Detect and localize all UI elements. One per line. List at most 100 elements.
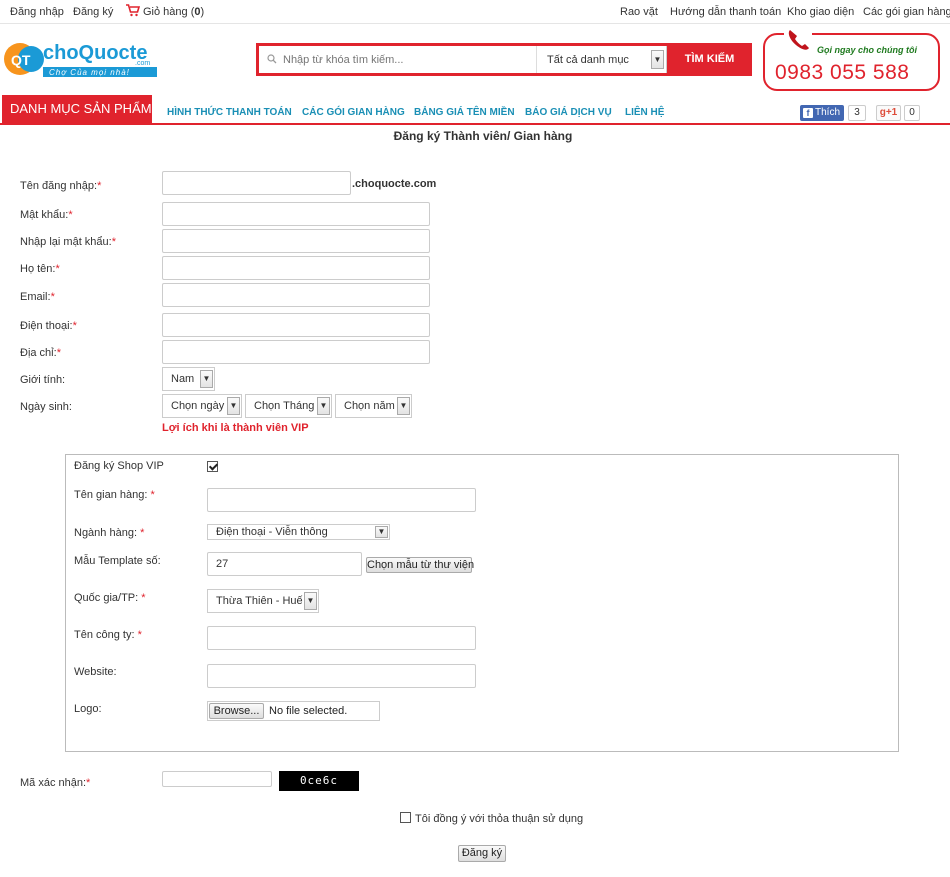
top-link-payment-guide[interactable]: Hướng dẫn thanh toán bbox=[670, 6, 781, 18]
nav-shop-packages[interactable]: CÁC GÓI GIAN HÀNG bbox=[302, 107, 405, 118]
agree-checkbox[interactable] bbox=[400, 812, 411, 823]
shop-vip-checkbox[interactable] bbox=[207, 461, 218, 472]
captcha-image: 0ce6c bbox=[279, 771, 359, 791]
browse-button[interactable]: Browse... bbox=[209, 703, 264, 719]
facebook-icon: f bbox=[803, 108, 813, 118]
search-bar: Tất cả danh mục ▼ TÌM KIẾM bbox=[256, 43, 752, 76]
phone-icon bbox=[784, 24, 812, 52]
cart-close: ) bbox=[200, 6, 205, 18]
no-file-text: No file selected. bbox=[269, 705, 348, 717]
search-category-value: Tất cả danh mục bbox=[547, 54, 629, 66]
gender-select[interactable]: Nam ▼ bbox=[162, 367, 215, 391]
confirm-password-input[interactable] bbox=[162, 229, 430, 253]
login-link[interactable]: Đăng nhập bbox=[10, 6, 64, 18]
dob-year-select[interactable]: Chọn năm ▼ bbox=[335, 394, 412, 418]
dob-label: Ngày sinh: bbox=[20, 401, 72, 413]
cart-link[interactable]: Giỏ hàng (0) bbox=[143, 6, 204, 18]
dob-day-value: Chọn ngày bbox=[171, 400, 225, 412]
chevron-down-icon: ▼ bbox=[317, 397, 330, 415]
fullname-label: Họ tên:* bbox=[20, 263, 60, 275]
hotline-number[interactable]: 0983 055 588 bbox=[775, 61, 909, 85]
chevron-down-icon: ⌄ bbox=[159, 105, 167, 115]
email-label: Email:* bbox=[20, 291, 55, 303]
google-plus-count: 0 bbox=[904, 105, 920, 121]
cart-label: Giỏ hàng ( bbox=[143, 6, 195, 18]
fullname-input[interactable] bbox=[162, 256, 430, 280]
address-input[interactable] bbox=[162, 340, 430, 364]
chevron-down-icon: ▼ bbox=[304, 592, 317, 610]
search-button[interactable]: TÌM KIẾM bbox=[667, 43, 752, 76]
facebook-like-label: Thích bbox=[815, 107, 841, 118]
confirm-password-label: Nhập lại mật khẩu:* bbox=[20, 236, 116, 248]
top-link-rao-vat[interactable]: Rao vặt bbox=[620, 6, 658, 18]
industry-select[interactable]: Điện thoại - Viễn thông ▼ bbox=[207, 524, 390, 540]
captcha-input[interactable] bbox=[162, 771, 272, 787]
chevron-down-icon: ▼ bbox=[227, 397, 240, 415]
chevron-down-icon: ▼ bbox=[397, 397, 410, 415]
dob-month-value: Chọn Tháng bbox=[254, 400, 315, 412]
shop-name-input[interactable] bbox=[207, 488, 476, 512]
nav-service-quote[interactable]: BÁO GIÁ DỊCH VỤ bbox=[525, 107, 612, 118]
agree-label: Tôi đồng ý với thỏa thuận sử dụng bbox=[415, 813, 584, 825]
captcha-label: Mã xác nhận:* bbox=[20, 777, 91, 789]
nav-contact[interactable]: LIÊN HỆ bbox=[625, 107, 664, 118]
province-select[interactable]: Thừa Thiên - Huế ▼ bbox=[207, 589, 319, 613]
template-label: Mẫu Template số: bbox=[74, 555, 161, 567]
vip-shop-panel bbox=[65, 454, 899, 752]
cart-icon[interactable] bbox=[126, 4, 141, 20]
nav-payment-methods[interactable]: HÌNH THỨC THANH TOÁN bbox=[167, 107, 292, 118]
logo-file-input[interactable]: Browse... No file selected. bbox=[207, 701, 380, 721]
search-input[interactable] bbox=[259, 46, 537, 73]
shop-vip-label: Đăng ký Shop VIP bbox=[74, 460, 164, 472]
logo-label: Logo: bbox=[74, 703, 102, 715]
domain-suffix: .choquocte.com bbox=[352, 178, 437, 190]
logo-initials: QT bbox=[11, 52, 31, 68]
dob-month-select[interactable]: Chọn Tháng ▼ bbox=[245, 394, 332, 418]
phone-input[interactable] bbox=[162, 313, 430, 337]
username-input[interactable] bbox=[162, 171, 351, 195]
gender-label: Giới tính: bbox=[20, 374, 66, 386]
hotline-call-text: Gọi ngay cho chúng tôi bbox=[817, 45, 917, 55]
top-bar: Đăng nhập Đăng ký Giỏ hàng (0) Rao vặt H… bbox=[0, 0, 950, 24]
choose-template-button[interactable]: Chọn mẫu từ thư viện bbox=[366, 557, 474, 573]
logo-tld: .com bbox=[135, 60, 150, 67]
email-input[interactable] bbox=[162, 283, 430, 307]
company-input[interactable] bbox=[207, 626, 476, 650]
chevron-down-icon: ▼ bbox=[375, 526, 388, 538]
nav-domain-prices[interactable]: BẢNG GIÁ TÊN MIỀN bbox=[414, 107, 515, 118]
password-input[interactable] bbox=[162, 202, 430, 226]
google-plus-label: +1 bbox=[885, 107, 898, 118]
register-link[interactable]: Đăng ký bbox=[73, 6, 113, 18]
search-category-select[interactable]: Tất cả danh mục ▼ bbox=[537, 46, 667, 73]
dob-day-select[interactable]: Chọn ngày ▼ bbox=[162, 394, 242, 418]
phone-label: Điện thoại:* bbox=[20, 320, 77, 332]
province-value: Thừa Thiên - Huế bbox=[216, 595, 303, 607]
logo-name: choQuocte bbox=[43, 42, 147, 64]
chevron-down-icon: ▼ bbox=[200, 370, 213, 388]
top-link-themes[interactable]: Kho giao diện bbox=[787, 6, 854, 18]
password-label: Mật khẩu:* bbox=[20, 209, 73, 221]
industry-label: Ngành hàng: * bbox=[74, 527, 145, 539]
top-link-shop-packages[interactable]: Các gói gian hàng bbox=[863, 6, 950, 18]
register-submit-button[interactable]: Đăng ký bbox=[458, 845, 506, 862]
vip-benefits-link[interactable]: Lợi ích khi là thành viên VIP bbox=[162, 422, 309, 434]
template-input[interactable]: 27 bbox=[207, 552, 362, 576]
shop-name-label: Tên gian hàng: * bbox=[74, 489, 155, 501]
website-label: Website: bbox=[74, 666, 117, 678]
facebook-like-count: 3 bbox=[848, 105, 866, 121]
province-label: Quốc gia/TP: * bbox=[74, 592, 146, 604]
address-label: Địa chỉ:* bbox=[20, 347, 61, 359]
website-input[interactable] bbox=[207, 664, 476, 688]
category-menu-label: DANH MỤC SẢN PHẨM bbox=[10, 101, 152, 116]
dob-year-value: Chọn năm bbox=[344, 400, 395, 412]
page-title: Đăng ký Thành viên/ Gian hàng bbox=[393, 129, 573, 143]
category-menu-button[interactable]: DANH MỤC SẢN PHẨM ⌄ bbox=[2, 95, 167, 125]
username-label: Tên đăng nhập:* bbox=[20, 180, 102, 192]
chevron-down-icon: ▼ bbox=[651, 50, 664, 69]
facebook-like-button[interactable]: f Thích bbox=[800, 105, 844, 121]
google-plus-button[interactable]: g+1 bbox=[876, 105, 901, 121]
company-label: Tên công ty: * bbox=[74, 629, 142, 641]
industry-value: Điện thoại - Viễn thông bbox=[216, 526, 328, 538]
site-logo[interactable]: QT choQuocte .com Chợ Của mọi nhà! bbox=[3, 38, 158, 80]
gender-value: Nam bbox=[171, 373, 195, 385]
